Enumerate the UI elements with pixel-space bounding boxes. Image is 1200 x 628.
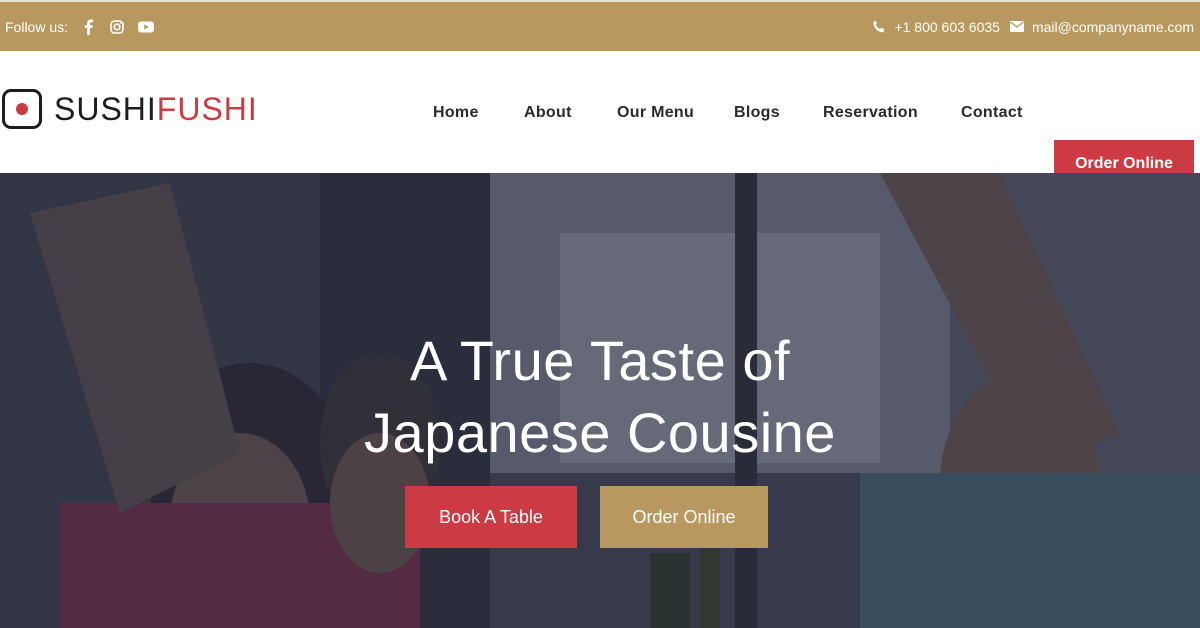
nav-item-about[interactable]: About	[524, 104, 572, 122]
hero-title-line-1: A True Taste of	[409, 329, 791, 392]
envelope-icon	[1009, 21, 1024, 32]
logo-text: SUSHIFUSHI	[54, 90, 258, 127]
logo-mark-icon	[2, 89, 42, 129]
email-contact[interactable]: mail@companyname.com	[1009, 18, 1194, 35]
contact-info: +1 800 603 6035 mail@companyname.com	[862, 19, 1194, 35]
social-links: Follow us:	[5, 17, 165, 37]
nav-item-our-menu[interactable]: Our Menu	[617, 104, 694, 122]
phone-number: +1 800 603 6035	[894, 18, 1000, 35]
hero-section: A True Taste of Japanese Cousine Book A …	[0, 173, 1200, 628]
book-table-button[interactable]: Book A Table	[405, 486, 577, 548]
instagram-icon[interactable]	[107, 17, 127, 37]
nav-item-blogs[interactable]: Blogs	[734, 104, 780, 122]
hero-title-line-2: Japanese Cousine	[364, 401, 836, 464]
nav-item-contact[interactable]: Contact	[961, 104, 1023, 122]
top-bar: Follow us: +1 800 603 6035 mail@companyn…	[0, 0, 1200, 51]
hero-order-online-button[interactable]: Order Online	[600, 486, 768, 548]
nav-item-reservation[interactable]: Reservation	[823, 104, 918, 122]
follow-label: Follow us:	[5, 18, 69, 35]
youtube-icon[interactable]	[136, 17, 156, 37]
logo[interactable]: SUSHIFUSHI	[2, 89, 258, 129]
email-address: mail@companyname.com	[1031, 18, 1194, 35]
phone-icon	[873, 20, 885, 32]
facebook-icon[interactable]	[78, 17, 98, 37]
nav-item-home[interactable]: Home	[433, 104, 479, 122]
phone-contact[interactable]: +1 800 603 6035	[872, 19, 1000, 35]
